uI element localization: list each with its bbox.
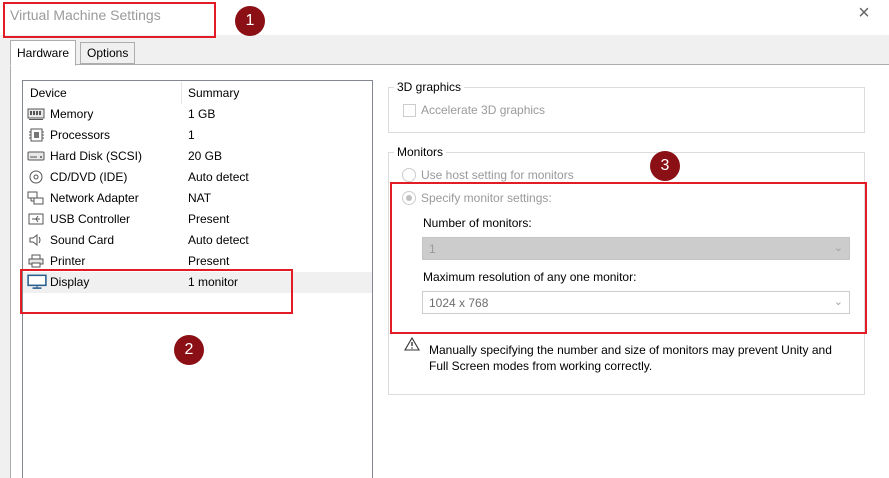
close-icon[interactable]: × bbox=[852, 2, 876, 26]
device-summary: 1 GB bbox=[188, 107, 216, 121]
device-column-header[interactable]: Device bbox=[30, 86, 67, 100]
usb-icon bbox=[28, 213, 44, 225]
speaker-icon bbox=[29, 234, 41, 246]
device-name: Processors bbox=[50, 128, 111, 142]
hard-disk-icon bbox=[27, 151, 45, 161]
device-summary: Auto detect bbox=[188, 170, 249, 184]
device-name: USB Controller bbox=[50, 212, 131, 226]
device-row-memory[interactable]: Memory 1 GB bbox=[23, 104, 372, 125]
device-row-network-adapter[interactable]: Network Adapter NAT bbox=[23, 188, 372, 209]
device-summary: Present bbox=[188, 212, 230, 226]
summary-column-header[interactable]: Summary bbox=[188, 86, 239, 100]
column-divider bbox=[181, 82, 182, 104]
annotation-box-3 bbox=[390, 182, 867, 334]
processor-icon bbox=[29, 128, 44, 142]
device-name: Hard Disk (SCSI) bbox=[50, 149, 143, 163]
warning-icon bbox=[404, 337, 420, 351]
accelerate-3d-label: Accelerate 3D graphics bbox=[421, 103, 546, 117]
annotation-box-1 bbox=[3, 2, 216, 38]
tab-hardware[interactable]: Hardware bbox=[10, 40, 77, 66]
monitors-legend: Monitors bbox=[394, 145, 447, 159]
annotation-box-2 bbox=[20, 269, 293, 314]
device-row-cd-dvd[interactable]: CD/DVD (IDE) Auto detect bbox=[23, 167, 372, 188]
device-summary: Present bbox=[188, 254, 230, 268]
device-row-usb-controller[interactable]: USB Controller Present bbox=[23, 209, 372, 230]
device-summary: NAT bbox=[188, 191, 212, 205]
device-name: Network Adapter bbox=[50, 191, 139, 205]
device-summary: 20 GB bbox=[188, 149, 223, 163]
device-name: Memory bbox=[50, 107, 94, 121]
device-row-hard-disk[interactable]: Hard Disk (SCSI) 20 GB bbox=[23, 146, 372, 167]
memory-icon bbox=[27, 108, 45, 120]
device-summary: 1 bbox=[188, 128, 195, 142]
annotation-badge-3: 3 bbox=[650, 151, 680, 181]
device-row-processors[interactable]: Processors 1 bbox=[23, 125, 372, 146]
printer-icon bbox=[28, 254, 44, 268]
annotation-badge-1: 1 bbox=[235, 6, 265, 36]
accelerate-3d-checkbox[interactable] bbox=[403, 104, 416, 117]
annotation-badge-2: 2 bbox=[174, 335, 204, 365]
network-adapter-icon bbox=[27, 191, 44, 205]
device-summary: Auto detect bbox=[188, 233, 249, 247]
device-name: Sound Card bbox=[50, 233, 115, 247]
device-name: Printer bbox=[50, 254, 86, 268]
tab-options[interactable]: Options bbox=[80, 42, 136, 64]
use-host-label: Use host setting for monitors bbox=[421, 168, 574, 182]
3d-graphics-legend: 3D graphics bbox=[394, 80, 465, 94]
use-host-radio[interactable] bbox=[402, 168, 416, 182]
device-row-sound-card[interactable]: Sound Card Auto detect bbox=[23, 230, 372, 251]
cd-dvd-icon bbox=[29, 170, 43, 184]
monitor-warning-text: Manually specifying the number and size … bbox=[429, 343, 832, 373]
device-name: CD/DVD (IDE) bbox=[50, 170, 128, 184]
